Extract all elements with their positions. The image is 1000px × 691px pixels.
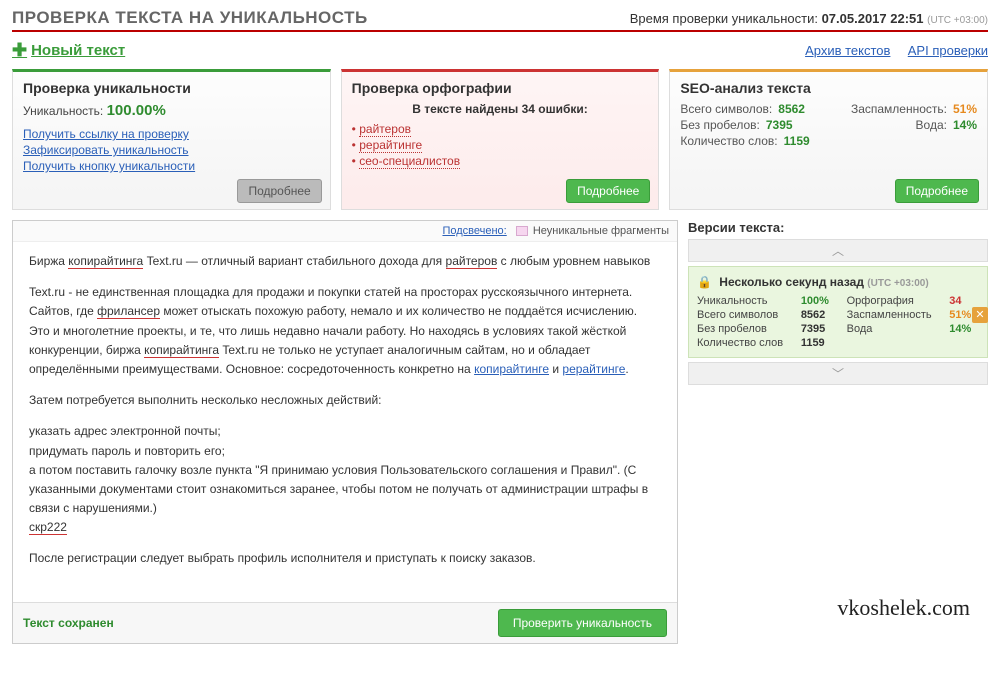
seo-water-label: Вода: <box>916 118 947 132</box>
spell-error-item[interactable]: райтеров <box>352 122 649 136</box>
seo-symbols-label: Всего символов: <box>680 102 772 116</box>
timezone: (UTC +03:00) <box>927 15 988 26</box>
spell-errors-count: В тексте найдены 34 ошибки: <box>352 102 649 116</box>
uniq-label: Уникальность: <box>23 104 103 118</box>
version-card[interactable]: 🔒 Несколько секунд назад (UTC +03:00) ✕ … <box>688 266 988 358</box>
uniq-value: 100.00% <box>107 102 166 119</box>
spell-error-item[interactable]: рерайтинге <box>352 138 649 152</box>
v-uniq-value: 100% <box>801 295 837 307</box>
page-title: ПРОВЕРКА ТЕКСТА НА УНИКАЛЬНОСТЬ <box>12 8 368 28</box>
text-saved-status: Текст сохранен <box>23 616 114 630</box>
versions-next-button[interactable]: ﹀ <box>688 362 988 385</box>
text-content[interactable]: Биржа копирайтинга Text.ru — отличный ва… <box>13 242 677 602</box>
seo-nospaces-value: 7395 <box>766 118 793 132</box>
seo-water-value: 14% <box>953 118 977 132</box>
archive-link[interactable]: Архив текстов <box>805 43 890 58</box>
get-button-link[interactable]: Получить кнопку уникальности <box>23 159 320 173</box>
seo-panel-title: SEO-анализ текста <box>680 80 977 96</box>
uniq-more-button[interactable]: Подробнее <box>237 179 321 203</box>
new-text-label: Новый текст <box>31 42 125 59</box>
spell-more-button[interactable]: Подробнее <box>566 179 650 203</box>
new-text-link[interactable]: ✚ Новый текст <box>12 40 125 61</box>
v-sym-label: Всего символов <box>697 309 791 321</box>
version-tz: (UTC +03:00) <box>867 278 928 289</box>
uniqueness-panel: Проверка уникальности Уникальность: 100.… <box>12 69 331 210</box>
seo-words-label: Количество слов: <box>680 134 777 148</box>
highlighted-link[interactable]: Подсвечено: <box>442 225 506 237</box>
versions-title: Версии текста: <box>688 220 988 235</box>
seo-symbols-value: 8562 <box>778 102 805 116</box>
v-nosp-value: 7395 <box>801 323 837 335</box>
fix-uniqueness-link[interactable]: Зафиксировать уникальность <box>23 143 320 157</box>
api-link[interactable]: API проверки <box>908 43 988 58</box>
v-sym-value: 8562 <box>801 309 837 321</box>
get-check-link[interactable]: Получить ссылку на проверку <box>23 127 320 141</box>
check-time: Время проверки уникальности: 07.05.2017 … <box>630 11 988 26</box>
v-spam-label: Заспамленность <box>847 309 940 321</box>
check-time-label: Время проверки уникальности: <box>630 11 818 26</box>
spell-error-item[interactable]: сео-специалистов <box>352 154 649 168</box>
seo-more-button[interactable]: Подробнее <box>895 179 979 203</box>
version-close-button[interactable]: ✕ <box>972 307 988 323</box>
spell-panel-title: Проверка орфографии <box>352 80 649 96</box>
v-water-label: Вода <box>847 323 940 335</box>
seo-nospaces-label: Без пробелов: <box>680 118 760 132</box>
seo-words-value: 1159 <box>784 134 810 148</box>
seo-spam-value: 51% <box>953 102 977 116</box>
check-time-value: 07.05.2017 22:51 <box>822 11 924 26</box>
check-uniqueness-button[interactable]: Проверить уникальность <box>498 609 667 637</box>
v-nosp-label: Без пробелов <box>697 323 791 335</box>
version-time: Несколько секунд назад <box>719 275 864 289</box>
v-orth-value: 34 <box>949 295 979 307</box>
v-uniq-label: Уникальность <box>697 295 791 307</box>
v-words-value: 1159 <box>801 337 837 349</box>
seo-spam-label: Заспамленность: <box>851 102 947 116</box>
text-area-panel: Подсвечено: Неуникальные фрагменты Биржа… <box>12 220 678 644</box>
nonunique-label: Неуникальные фрагменты <box>533 225 669 237</box>
spelling-panel: Проверка орфографии В тексте найдены 34 … <box>341 69 660 210</box>
nonunique-swatch-icon <box>516 226 528 236</box>
v-orth-label: Орфография <box>847 295 940 307</box>
v-words-label: Количество слов <box>697 337 791 349</box>
lock-icon: 🔒 <box>697 275 712 289</box>
uniq-panel-title: Проверка уникальности <box>23 80 320 96</box>
versions-prev-button[interactable]: ︿ <box>688 239 988 262</box>
v-water-value: 14% <box>949 323 979 335</box>
plus-icon: ✚ <box>12 40 27 61</box>
seo-panel: SEO-анализ текста Всего символов: 8562 З… <box>669 69 988 210</box>
